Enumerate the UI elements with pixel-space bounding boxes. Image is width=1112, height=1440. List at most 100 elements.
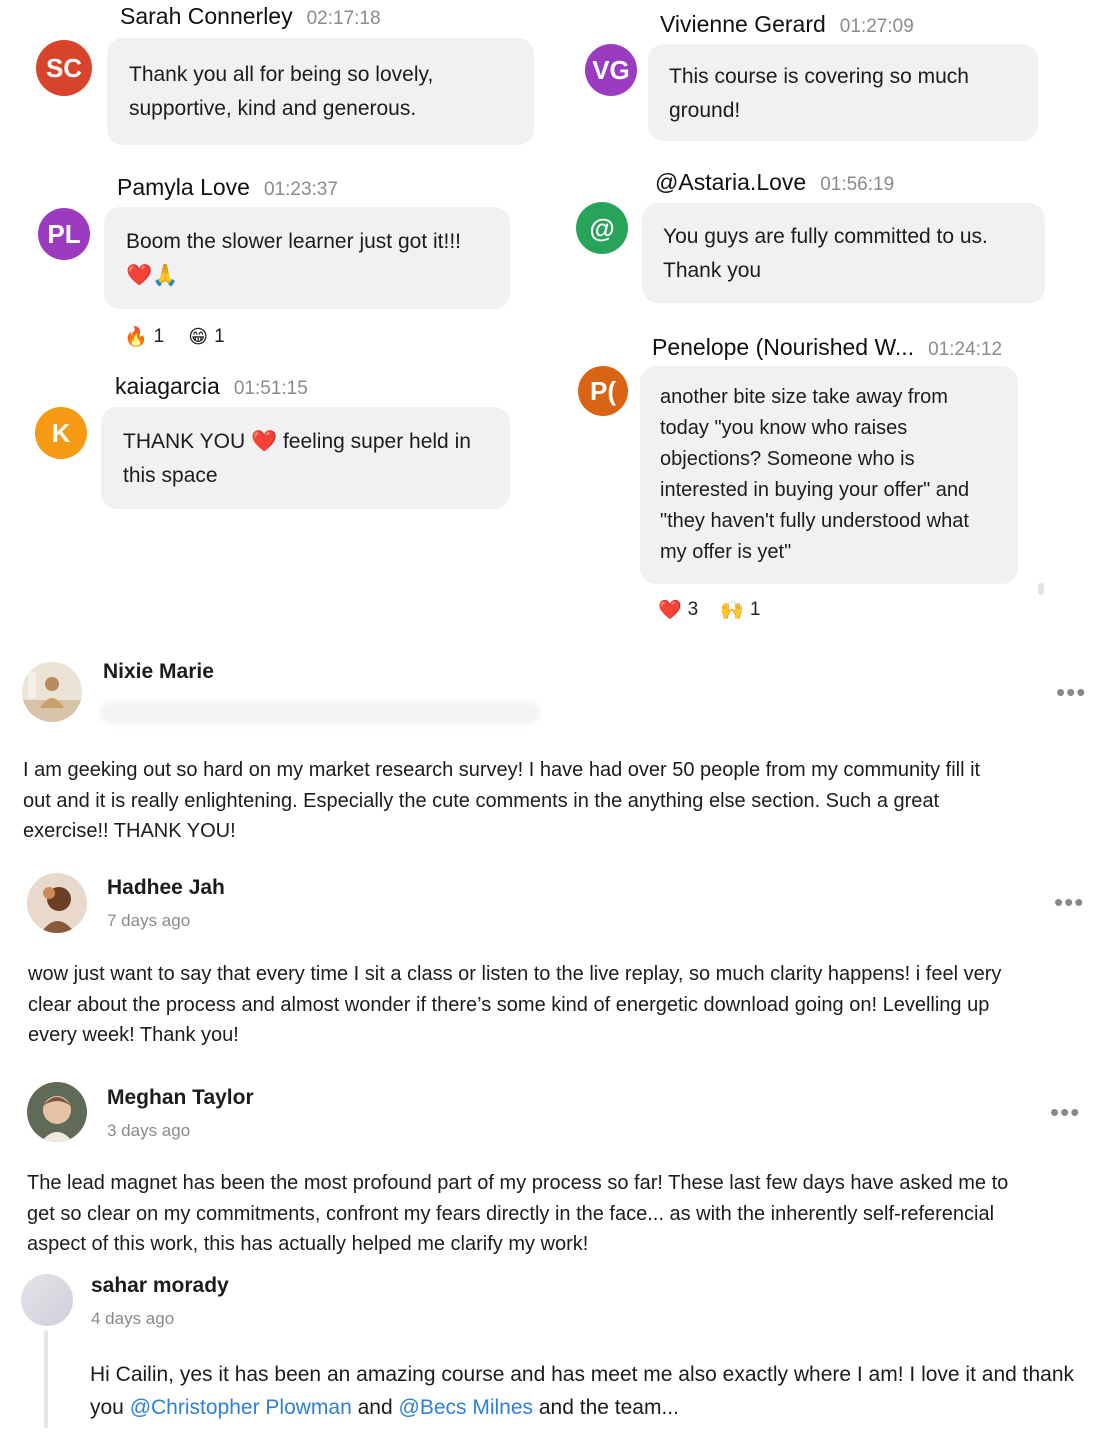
avatar[interactable]: SC [36, 40, 92, 96]
avatar-photo [27, 1082, 87, 1142]
mention-link[interactable]: @Christopher Plowman [130, 1396, 352, 1419]
chat-header: Sarah Connerley 02:17:18 [120, 3, 381, 30]
message-bubble: Thank you all for being so lovely, suppo… [107, 38, 534, 145]
author-name[interactable]: Vivienne Gerard [660, 11, 826, 37]
message-bubble: another bite size take away from today "… [640, 366, 1018, 584]
message-line: interested in buying your offer" and [660, 479, 970, 501]
avatar[interactable]: VG [585, 44, 637, 96]
message-line: Thank you all for being so lovely, [129, 63, 434, 86]
chat-header: Pamyla Love 01:23:37 [117, 174, 338, 201]
reply-body: Hi Cailin, yes it has been an amazing co… [90, 1358, 1074, 1424]
body-line: The lead magnet has been the most profou… [27, 1172, 1009, 1194]
avatar[interactable]: P( [578, 366, 628, 416]
body-line: out and it is really enlightening. Espec… [23, 789, 940, 812]
avatar[interactable]: PL [38, 208, 90, 260]
body-line: aspect of this work, this has actually h… [27, 1233, 589, 1255]
author-name[interactable]: Sarah Connerley [120, 3, 293, 29]
timestamp: 02:17:18 [306, 8, 381, 29]
body-line: you @Christopher Plowman and @Becs Milne… [90, 1391, 1074, 1424]
reaction-count: 1 [214, 326, 225, 347]
message-line: my offer is yet" [660, 541, 792, 563]
reaction-count: 1 [153, 326, 165, 347]
message-line: THANK YOU ❤️ feeling super held in [123, 430, 471, 453]
body-text: you [90, 1396, 130, 1419]
avatar-photo [22, 662, 82, 722]
heart-icon: ❤️ [658, 600, 682, 621]
raised-hands-icon: 🙌 [720, 600, 744, 621]
avatar[interactable] [27, 873, 87, 933]
message-line: supportive, kind and generous. [129, 97, 417, 120]
message-bubble: THANK YOU ❤️ feeling super held in this … [101, 407, 510, 509]
post-timestamp: 7 days ago [107, 911, 191, 930]
more-options-button[interactable]: ••• [1054, 887, 1084, 918]
author-name[interactable]: Meghan Taylor [107, 1086, 254, 1110]
message-bubble: Boom the slower learner just got it!!! ❤… [104, 207, 510, 309]
post-timestamp: 3 days ago [107, 1121, 191, 1140]
message-line: Boom the slower learner just got it!!! [126, 230, 461, 253]
body-line: exercise!! THANK YOU! [23, 820, 236, 842]
timestamp: 01:24:12 [928, 339, 1003, 360]
message-line: ground! [669, 99, 741, 122]
chat-header: Penelope (Nourished W... 01:24:12 [652, 334, 1002, 361]
author-name[interactable]: @Astaria.Love [655, 169, 806, 195]
body-line: every week! Thank you! [28, 1024, 239, 1046]
avatar[interactable] [27, 1082, 87, 1142]
reaction-count: 1 [749, 599, 761, 620]
author-name[interactable]: Penelope (Nourished W... [652, 334, 914, 360]
author-name[interactable]: Pamyla Love [117, 174, 250, 200]
post-body: The lead magnet has been the most profou… [27, 1168, 1008, 1260]
reactions: 🔥 1 😁 1 [124, 325, 225, 349]
avatar[interactable] [21, 1274, 73, 1326]
grin-icon: 😁 [188, 326, 209, 348]
scrollbar[interactable] [1038, 583, 1044, 595]
blurred-subtitle [100, 702, 540, 724]
message-line: another bite size take away from [660, 386, 948, 408]
avatar[interactable]: K [35, 407, 87, 459]
message-line: objections? Someone who is [660, 448, 915, 470]
chat-header: @Astaria.Love 01:56:19 [655, 169, 894, 196]
reaction-raised-hands[interactable]: 🙌 1 [720, 598, 760, 622]
body-line: I am geeking out so hard on my market re… [23, 759, 981, 781]
body-text: and the team... [533, 1396, 679, 1419]
post-timestamp: 4 days ago [91, 1309, 175, 1328]
message-bubble: You guys are fully committed to us. Than… [642, 203, 1045, 303]
message-line: today "you know who raises [660, 417, 908, 439]
body-text: and [351, 1396, 399, 1419]
avatar[interactable]: @ [576, 202, 628, 254]
body-line: Hi Cailin, yes it has been an amazing co… [90, 1363, 1075, 1386]
message-bubble: This course is covering so much ground! [648, 44, 1038, 141]
avatar[interactable] [22, 662, 82, 722]
fire-icon: 🔥 [124, 327, 148, 348]
message-line: "they haven't fully understood what [660, 510, 969, 532]
message-line: Thank you [663, 259, 762, 282]
chat-header: kaiagarcia 01:51:15 [115, 373, 308, 400]
avatar-photo [27, 873, 87, 933]
thread-line [44, 1330, 48, 1428]
mention-link[interactable]: @Becs Milnes [399, 1396, 534, 1419]
post-body: I am geeking out so hard on my market re… [23, 755, 980, 847]
reaction-count: 3 [687, 599, 699, 620]
reactions: ❤️ 3 🙌 1 [658, 598, 761, 622]
reaction-grin[interactable]: 😁 1 [188, 325, 224, 349]
timestamp: 01:56:19 [820, 174, 895, 195]
message-line: this space [123, 464, 218, 487]
more-options-button[interactable]: ••• [1050, 1097, 1080, 1128]
body-line: clear about the process and almost wonde… [28, 993, 990, 1016]
message-line: ❤️🙏 [126, 264, 179, 287]
author-name[interactable]: Hadhee Jah [107, 876, 225, 900]
timestamp: 01:27:09 [839, 16, 914, 37]
author-name[interactable]: kaiagarcia [115, 373, 220, 399]
timestamp: 01:51:15 [233, 378, 308, 399]
author-name[interactable]: Nixie Marie [103, 660, 214, 684]
post-body: wow just want to say that every time I s… [28, 959, 1001, 1051]
chat-header: Vivienne Gerard 01:27:09 [660, 11, 914, 38]
reaction-heart[interactable]: ❤️ 3 [658, 598, 698, 622]
timestamp: 01:23:37 [263, 179, 338, 200]
body-line: get so clear on my commitments, confront… [27, 1202, 995, 1225]
reaction-fire[interactable]: 🔥 1 [124, 325, 164, 349]
message-line: This course is covering so much [669, 65, 969, 88]
more-options-button[interactable]: ••• [1056, 677, 1086, 708]
body-line: wow just want to say that every time I s… [28, 963, 1002, 985]
message-line: You guys are fully committed to us. [663, 225, 988, 248]
author-name[interactable]: sahar morady [91, 1274, 229, 1298]
